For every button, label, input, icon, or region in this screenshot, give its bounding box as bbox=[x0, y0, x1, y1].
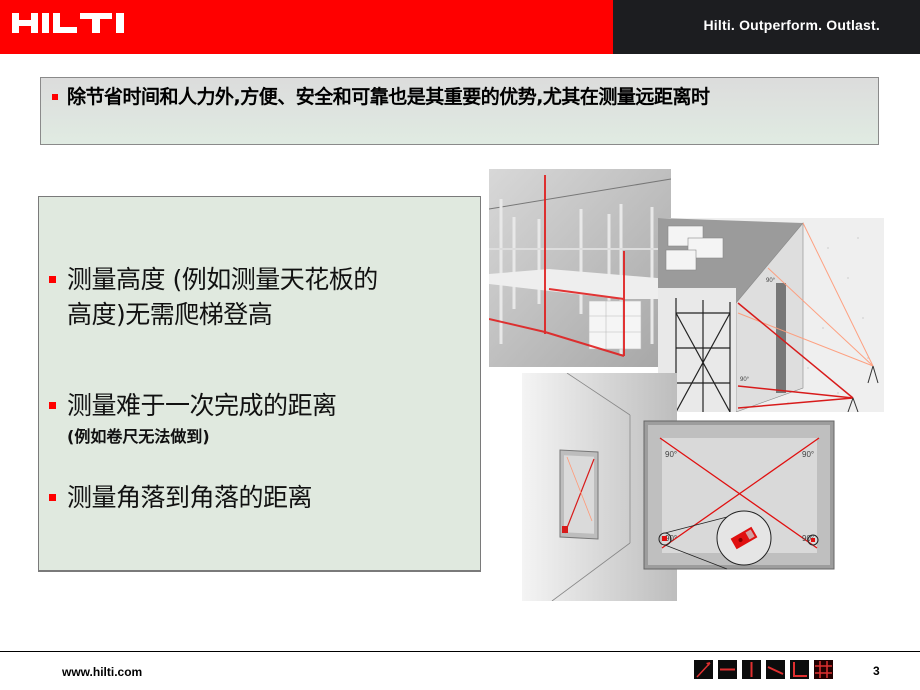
intro-box: 除节省时间和人力外,方便、安全和可靠也是其重要的优势,尤其在测量远距离时 bbox=[40, 77, 879, 145]
slope-line-icon bbox=[766, 660, 785, 679]
benefit-text: 测量高度 (例如测量天花板的 bbox=[67, 265, 378, 294]
benefit-text-cont: 高度)无需爬梯登高 bbox=[67, 300, 273, 329]
corner-line-icon bbox=[790, 660, 809, 679]
intro-text: 除节省时间和人力外,方便、安全和可靠也是其重要的优势,尤其在测量远距离时 bbox=[67, 86, 710, 108]
benefit-text: 测量角落到角落的距离 bbox=[67, 483, 313, 512]
horizontal-line-icon bbox=[718, 660, 737, 679]
angle-label: 90° bbox=[802, 450, 814, 459]
tagline: Hilti. Outperform. Outlast. bbox=[703, 17, 880, 33]
grid-icon bbox=[814, 660, 833, 679]
bullet-icon bbox=[52, 94, 58, 100]
angle-label: 90° bbox=[766, 278, 776, 284]
benefit-subtext: (例如卷尺无法做到) bbox=[67, 427, 210, 446]
diagonal-line-icon bbox=[694, 660, 713, 679]
bullet-icon bbox=[49, 276, 56, 283]
header-tagline-bar: Hilti. Outperform. Outlast. bbox=[613, 0, 920, 54]
page-number: 3 bbox=[873, 664, 880, 678]
vertical-line-icon bbox=[742, 660, 761, 679]
footer-divider bbox=[0, 651, 920, 652]
bullet-icon bbox=[49, 402, 56, 409]
header-brand-bar bbox=[0, 0, 613, 54]
room-illustration: 90° 90° 90° 90° bbox=[522, 373, 835, 601]
benefit-text: 测量难于一次完成的距离 bbox=[67, 391, 337, 420]
footer-url[interactable]: www.hilti.com bbox=[62, 665, 142, 679]
angle-label: 90° bbox=[665, 450, 677, 459]
footer-icon-strip bbox=[694, 660, 833, 679]
warehouse-illustration bbox=[489, 169, 671, 367]
bullet-icon bbox=[49, 494, 56, 501]
benefits-box: 测量高度 (例如测量天花板的 高度)无需爬梯登高 测量难于一次完成的距离 (例如… bbox=[38, 196, 481, 572]
hilti-logo bbox=[12, 13, 124, 33]
